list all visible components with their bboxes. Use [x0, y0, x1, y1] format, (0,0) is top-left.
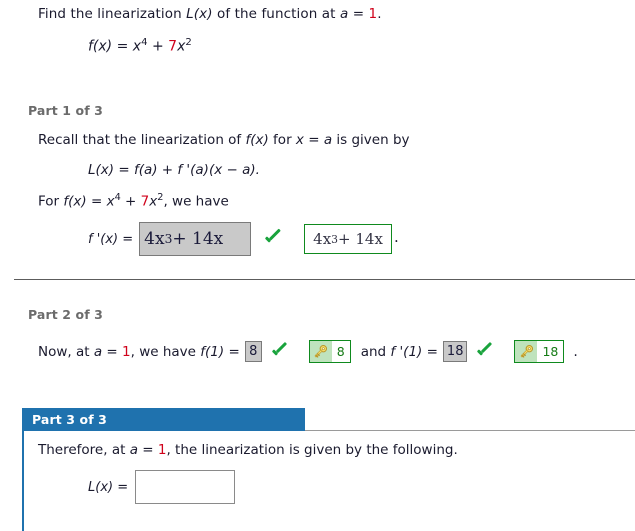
p2-and: and — [360, 343, 391, 360]
part-2-trailing-period: . — [573, 343, 578, 360]
green-check-icon — [271, 343, 288, 360]
p2-pre: Now, at — [38, 343, 94, 360]
part-3-text: Therefore, at a = 1, the linearization i… — [38, 442, 458, 458]
part-1-answer-label: f '(x) = — [88, 231, 134, 247]
part-2-answer-row: Now, at a = 1, we have f(1) = 8 8 and f … — [38, 340, 578, 363]
p3-end: , the linearization is given by the foll… — [166, 442, 458, 458]
p1-l3-plus: + — [120, 193, 141, 210]
function-equals: = — [112, 38, 133, 55]
p1-l3-coef: 7 — [140, 193, 150, 210]
p2-f-eq: = — [224, 343, 240, 360]
part-3-linearization-input[interactable] — [135, 470, 236, 504]
part-3-answer-label: L(x) = — [88, 479, 129, 495]
part-1-divider — [14, 279, 635, 280]
part-2-heading: Part 2 of 3 — [28, 307, 103, 322]
p1-l1-pre: Recall that the linearization of — [38, 132, 246, 148]
prompt-a-value: 1 — [368, 6, 378, 22]
p3-a: a — [129, 442, 138, 458]
p3-pre: Therefore, at — [38, 442, 130, 458]
p2-a: a — [93, 343, 103, 360]
part-1-correct-answer-box: 4x 3 + 14x — [304, 224, 392, 254]
function-label: f(x) — [88, 38, 113, 55]
part-3-heading-bar: Part 3 of 3 — [22, 408, 305, 431]
p2-mid: , we have — [130, 343, 201, 360]
part-1-answer-row: f '(x) = 4x 3 + 14x 4x 3 + 14x . — [88, 222, 399, 256]
function-exponent-2: 2 — [185, 37, 192, 48]
p1-correct-x: 4x — [313, 230, 332, 248]
prompt-Lx: L(x) — [186, 6, 213, 22]
part-2-conjunction: and f '(1) = — [361, 344, 438, 360]
p1-l1-fx: f(x) — [245, 132, 269, 148]
part-2-text: Now, at a = 1, we have f(1) = — [38, 344, 240, 360]
key-icon — [309, 341, 332, 362]
p1-l3-x1: x — [106, 193, 115, 210]
green-check-icon — [263, 230, 282, 249]
part-1-linearization-formula: L(x) = f(a) + f '(a)(x − a). — [88, 162, 260, 178]
part-2-fprime-correct-answer-box: 18 — [514, 340, 565, 363]
p2-a-value: 1 — [122, 343, 131, 360]
prompt-text-mid: of the function at — [212, 6, 340, 22]
part-1-derivative-input[interactable]: 4x 3 + 14x — [139, 222, 252, 256]
p2-f-label: f(1) — [200, 343, 225, 360]
p1-l1-a: a — [323, 132, 333, 148]
function-coefficient: 7 — [168, 38, 178, 55]
p1-correct-exp: 3 — [331, 232, 339, 246]
part-2-fprime-input[interactable]: 18 — [442, 341, 468, 362]
part-3-heading: Part 3 of 3 — [32, 412, 107, 427]
part-2-fprime-correct-value: 18 — [542, 344, 559, 359]
p1-l1-x: x — [295, 132, 304, 148]
p1-l1-mid: for — [268, 132, 296, 148]
part-2-f-input[interactable]: 8 — [244, 341, 262, 362]
p1-correct-rest: + 14x — [338, 230, 383, 248]
p1-l1-end: is given by — [332, 132, 410, 148]
p1-ans-exp: 3 — [164, 232, 173, 246]
part-1-body: Recall that the linearization of f(x) fo… — [38, 132, 608, 210]
part-1-line-3: For f(x) = x4 + 7x2, we have — [38, 192, 608, 210]
prompt-text-pre: Find the linearization — [38, 6, 187, 22]
p1-l3-eq: = — [86, 193, 107, 210]
problem-prompt-line: Find the linearization L(x) of the funct… — [38, 6, 598, 22]
part-3-left-accent-border — [22, 431, 24, 531]
problem-function: f(x) = x4 + 7x2 — [88, 37, 598, 55]
part-1-trailing-period: . — [393, 228, 399, 246]
p2-fp-label: f '(1) — [390, 343, 423, 360]
p1-ans-rest: + 14x — [172, 229, 224, 249]
p1-l3-pre: For — [38, 193, 64, 210]
green-check-icon — [476, 343, 493, 360]
function-plus: + — [147, 38, 169, 55]
p2-eq: = — [102, 343, 123, 360]
p3-eq: = — [137, 442, 158, 458]
prompt-equals: = — [348, 6, 369, 22]
problem-statement: Find the linearization L(x) of the funct… — [38, 6, 598, 55]
p2-fp-eq: = — [422, 343, 438, 360]
prompt-period: . — [377, 6, 382, 22]
p1-ans-x: 4x — [144, 229, 165, 249]
part-1-heading: Part 1 of 3 — [28, 103, 103, 118]
part-3-answer-row: L(x) = — [88, 470, 236, 504]
part-1-line-1: Recall that the linearization of f(x) fo… — [38, 132, 608, 148]
p1-l3-end: , we have — [163, 193, 229, 210]
key-icon — [515, 341, 538, 362]
p1-l1-eq: = — [303, 132, 324, 148]
part-2-f-correct-value: 8 — [336, 344, 345, 359]
part-2-f-correct-answer-box: 8 — [308, 340, 351, 363]
part-3-rule — [305, 430, 635, 431]
p1-l3-fx: f(x) — [63, 193, 87, 210]
function-x1: x — [132, 38, 142, 55]
